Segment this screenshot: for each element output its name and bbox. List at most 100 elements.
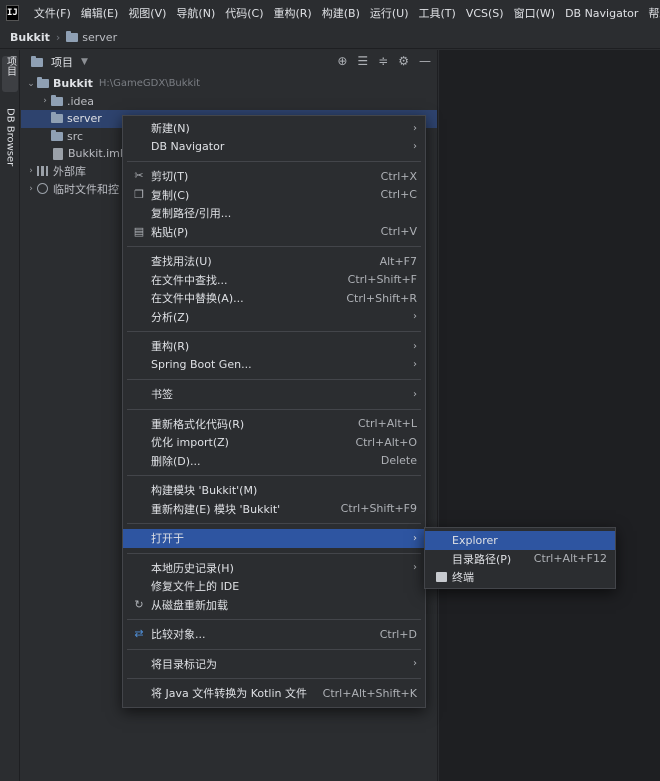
menu-item-label: 在文件中替换(A)... bbox=[151, 292, 244, 306]
menu-separator bbox=[127, 475, 421, 476]
menu-item-delete[interactable]: 删除(D)... Delete bbox=[123, 452, 425, 471]
tree-item-path: H:\GameGDX\Bukkit bbox=[98, 78, 201, 90]
terminal-icon bbox=[436, 572, 447, 582]
scissors-icon: ✂ bbox=[134, 169, 144, 182]
menu-item-bookmarks[interactable]: 书签 › bbox=[123, 385, 425, 404]
menu-item-new[interactable]: 新建(N) › bbox=[123, 119, 425, 138]
menu-item-label: 删除(D)... bbox=[151, 454, 201, 468]
menu-item-find-in-files[interactable]: 在文件中查找... Ctrl+Shift+F bbox=[123, 271, 425, 290]
menu-window[interactable]: 窗口(W) bbox=[509, 5, 560, 21]
chevron-right-icon[interactable]: › bbox=[39, 96, 51, 106]
menu-item-build-module[interactable]: 构建模块 'Bukkit'(M) bbox=[123, 481, 425, 500]
menu-build[interactable]: 构建(B) bbox=[317, 5, 365, 21]
menu-navigate[interactable]: 导航(N) bbox=[171, 5, 220, 21]
folder-icon bbox=[51, 129, 63, 141]
menu-item-rebuild-module[interactable]: 重新构建(E) 模块 'Bukkit' Ctrl+Shift+F9 bbox=[123, 500, 425, 519]
breadcrumb-root[interactable]: Bukkit bbox=[10, 31, 50, 44]
tree-item-label: server bbox=[67, 112, 102, 126]
module-folder-icon bbox=[37, 77, 49, 89]
hide-icon[interactable]: — bbox=[419, 54, 431, 68]
menu-item-analyze[interactable]: 分析(Z) › bbox=[123, 308, 425, 327]
menu-item-refactor[interactable]: 重构(R) › bbox=[123, 337, 425, 356]
menu-item-open-in[interactable]: 打开于 › bbox=[123, 529, 425, 548]
menu-separator bbox=[127, 678, 421, 679]
menu-item-repair-ide[interactable]: 修复文件上的 IDE bbox=[123, 577, 425, 596]
chevron-right-icon: › bbox=[413, 562, 417, 574]
chevron-right-icon[interactable]: › bbox=[25, 166, 37, 176]
menu-item-label: 优化 import(Z) bbox=[151, 436, 229, 450]
chevron-right-icon[interactable]: › bbox=[25, 184, 37, 194]
menu-item-label: Explorer bbox=[452, 533, 498, 547]
project-tool-tab-label: 项目 bbox=[4, 56, 16, 76]
chevron-right-icon: › bbox=[413, 359, 417, 371]
menu-file[interactable]: 文件(F) bbox=[29, 5, 76, 21]
submenu-item-terminal[interactable]: 终端 bbox=[425, 568, 615, 587]
folder-icon bbox=[51, 112, 63, 124]
open-in-submenu: Explorer 目录路径(P) Ctrl+Alt+F12 终端 bbox=[424, 527, 616, 589]
menu-item-copy[interactable]: ❐ 复制(C) Ctrl+C bbox=[123, 186, 425, 205]
menu-item-label: 修复文件上的 IDE bbox=[151, 580, 240, 594]
menu-item-compare[interactable]: ⇄ 比较对象... Ctrl+D bbox=[123, 625, 425, 644]
menu-separator bbox=[127, 246, 421, 247]
db-browser-tool-tab[interactable]: DB Browser bbox=[2, 108, 18, 180]
chevron-down-icon[interactable]: ⌄ bbox=[25, 79, 37, 89]
submenu-item-explorer[interactable]: Explorer bbox=[425, 531, 615, 550]
menu-item-label: 打开于 bbox=[151, 532, 184, 546]
menu-run[interactable]: 运行(U) bbox=[365, 5, 414, 21]
menu-item-label: 目录路径(P) bbox=[452, 552, 512, 566]
tree-item-label: Bukkit bbox=[53, 77, 93, 91]
project-panel-header: 项目 ▼ ⊕ ☰ ≑ ⚙ — bbox=[21, 50, 437, 74]
menu-item-reload-from-disk[interactable]: ↻ 从磁盘重新加载 bbox=[123, 596, 425, 615]
menu-item-copy-path[interactable]: 复制路径/引用... bbox=[123, 204, 425, 223]
menu-edit[interactable]: 编辑(E) bbox=[76, 5, 124, 21]
menu-code[interactable]: 代码(C) bbox=[220, 5, 268, 21]
menu-db-navigator[interactable]: DB Navigator bbox=[560, 7, 643, 20]
menu-item-shortcut: Alt+F7 bbox=[379, 254, 417, 268]
menu-refactor[interactable]: 重构(R) bbox=[269, 5, 317, 21]
tree-item-bukkit[interactable]: ⌄ Bukkit H:\GameGDX\Bukkit bbox=[21, 75, 437, 93]
chevron-down-icon[interactable]: ▼ bbox=[81, 57, 88, 67]
menu-separator bbox=[127, 331, 421, 332]
menu-tools[interactable]: 工具(T) bbox=[414, 5, 461, 21]
menu-item-replace-in-files[interactable]: 在文件中替换(A)... Ctrl+Shift+R bbox=[123, 289, 425, 308]
gear-icon[interactable]: ⚙ bbox=[398, 54, 409, 68]
menu-item-paste[interactable]: ▤ 粘贴(P) Ctrl+V bbox=[123, 223, 425, 242]
expand-all-icon[interactable]: ☰ bbox=[357, 54, 368, 68]
tree-item-label: src bbox=[67, 129, 84, 143]
folder-icon bbox=[66, 31, 79, 42]
tree-item-label: 外部库 bbox=[53, 165, 86, 179]
locate-icon[interactable]: ⊕ bbox=[337, 54, 347, 68]
tree-item-idea[interactable]: › .idea bbox=[21, 93, 437, 111]
menu-view[interactable]: 视图(V) bbox=[123, 5, 171, 21]
menu-item-convert-to-kotlin[interactable]: 将 Java 文件转换为 Kotlin 文件 Ctrl+Alt+Shift+K bbox=[123, 684, 425, 703]
menu-separator bbox=[127, 523, 421, 524]
project-tool-tab[interactable]: 项目 bbox=[2, 56, 18, 92]
collapse-all-icon[interactable]: ≑ bbox=[378, 54, 388, 68]
menu-item-shortcut: Ctrl+Alt+O bbox=[355, 435, 417, 449]
menu-item-label: 分析(Z) bbox=[151, 310, 190, 324]
menu-item-shortcut: Ctrl+Shift+F9 bbox=[340, 502, 417, 516]
menu-item-shortcut: Ctrl+Alt+F12 bbox=[533, 552, 607, 566]
chevron-right-icon: › bbox=[413, 122, 417, 134]
menu-help[interactable]: 帮助( bbox=[643, 5, 660, 21]
menu-item-db-navigator[interactable]: DB Navigator › bbox=[123, 138, 425, 157]
submenu-item-directory-path[interactable]: 目录路径(P) Ctrl+Alt+F12 bbox=[425, 550, 615, 569]
menu-item-label: 在文件中查找... bbox=[151, 273, 228, 287]
menu-item-label: 终端 bbox=[452, 571, 474, 585]
menu-separator bbox=[127, 619, 421, 620]
menu-item-spring-boot[interactable]: Spring Boot Gen... › bbox=[123, 356, 425, 375]
menu-item-find-usages[interactable]: 查找用法(U) Alt+F7 bbox=[123, 252, 425, 271]
menu-item-optimize-imports[interactable]: 优化 import(Z) Ctrl+Alt+O bbox=[123, 433, 425, 452]
menu-item-reformat[interactable]: 重新格式化代码(R) Ctrl+Alt+L bbox=[123, 415, 425, 434]
menu-item-mark-directory[interactable]: 将目录标记为 › bbox=[123, 655, 425, 674]
project-view-icon bbox=[31, 55, 43, 67]
menu-item-shortcut: Delete bbox=[380, 454, 417, 468]
breadcrumb-child[interactable]: server bbox=[82, 31, 117, 44]
project-panel-title[interactable]: 项目 bbox=[51, 54, 73, 70]
menu-vcs[interactable]: VCS(S) bbox=[461, 7, 509, 20]
menu-item-local-history[interactable]: 本地历史记录(H) › bbox=[123, 559, 425, 578]
breadcrumb-separator-icon: › bbox=[55, 31, 61, 44]
intellij-logo-icon[interactable]: IJ bbox=[6, 5, 19, 21]
compare-icon: ⇄ bbox=[134, 627, 144, 640]
menu-item-cut[interactable]: ✂ 剪切(T) Ctrl+X bbox=[123, 167, 425, 186]
